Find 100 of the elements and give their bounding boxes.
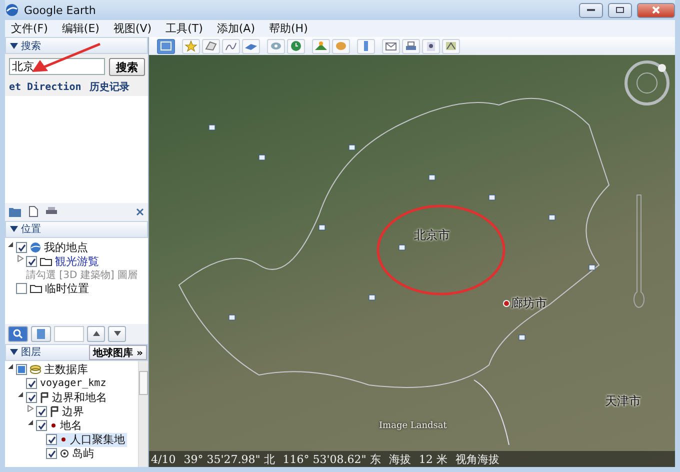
polygon-icon	[204, 40, 218, 52]
printer-icon	[404, 40, 418, 52]
expanded-triangle-icon[interactable]	[10, 42, 18, 50]
menu-item[interactable]: 工具(T)	[166, 21, 203, 36]
city-label: 北京市	[414, 227, 450, 244]
hint-text: 請勾選 [3D 建築物] 圖層	[26, 268, 138, 282]
flag-icon	[50, 406, 59, 417]
menu-item[interactable]: 文件(F)	[11, 21, 48, 36]
checkbox[interactable]	[26, 392, 37, 403]
layers-icon	[30, 364, 41, 375]
sidebar-icon	[159, 40, 173, 52]
down-arrow-icon	[114, 331, 120, 336]
move-up-button[interactable]	[87, 326, 105, 342]
printer-icon[interactable]	[46, 207, 57, 216]
compass-icon[interactable]	[623, 59, 671, 107]
panel-toggle-button[interactable]	[31, 326, 51, 342]
menu-item[interactable]: 帮助(H)	[269, 21, 308, 36]
panel-title: 搜索	[21, 40, 41, 52]
search-icon	[13, 328, 23, 338]
scrollbar[interactable]	[138, 360, 148, 467]
dot-icon	[50, 422, 57, 429]
menu-item[interactable]: 添加(A)	[216, 21, 255, 36]
checkbox[interactable]	[16, 242, 27, 253]
tree-item-label[interactable]: voyager_kmz	[40, 378, 106, 389]
maximize-icon	[616, 7, 624, 13]
panel-title: 图层	[21, 346, 41, 359]
folder-icon	[30, 284, 42, 293]
collapsed-triangle-icon[interactable]	[27, 404, 34, 412]
envelope-icon	[384, 40, 398, 52]
search-field[interactable]: 北京	[9, 58, 105, 75]
ring-icon	[60, 449, 69, 458]
input-field[interactable]	[54, 326, 84, 342]
city-label: 天津市	[605, 393, 641, 410]
document-icon[interactable]	[29, 206, 38, 217]
expanded-triangle-icon[interactable]	[7, 240, 14, 248]
close-icon	[652, 6, 660, 14]
sun-icon	[314, 40, 328, 52]
folder-icon	[40, 257, 52, 266]
move-down-button[interactable]	[108, 326, 126, 342]
tree-item-label[interactable]: 临时位置	[45, 281, 89, 296]
tab[interactable]: et Direction	[9, 82, 82, 92]
history-icon	[289, 40, 303, 52]
tree-item-label[interactable]: 地名	[60, 418, 82, 433]
tree-item-label[interactable]: 边界和地名	[52, 390, 107, 405]
search-button[interactable]: 搜索	[109, 58, 145, 76]
expanded-triangle-icon[interactable]	[10, 225, 18, 233]
expanded-triangle-icon[interactable]	[27, 418, 34, 426]
app-logo-icon	[5, 3, 19, 17]
checkbox[interactable]	[26, 256, 37, 267]
minimize-button[interactable]	[579, 2, 603, 18]
status-text: 视角海拔	[455, 452, 500, 466]
up-arrow-icon	[92, 331, 100, 336]
dot-icon	[60, 436, 67, 443]
globe-icon	[30, 242, 41, 253]
expanded-triangle-icon[interactable]	[7, 362, 14, 370]
checkbox[interactable]	[46, 448, 57, 459]
checkbox[interactable]	[16, 283, 27, 294]
tree-item-label[interactable]: 観光游覧	[55, 254, 99, 269]
minimize-icon	[587, 8, 595, 12]
window-title: Google Earth	[24, 4, 97, 16]
status-text: 116° 53'08.62" 东	[282, 452, 381, 466]
earth-gallery-button[interactable]: 地球图库 »	[89, 344, 147, 360]
imagery-credit: Image Landsat	[379, 421, 447, 431]
menu-item[interactable]: 编辑(E)	[62, 21, 100, 36]
panel-title: 位置	[21, 222, 41, 236]
tree-item-label[interactable]: 我的地点	[44, 240, 88, 255]
status-text: 12 米	[418, 452, 448, 466]
collapsed-triangle-icon[interactable]	[17, 254, 24, 262]
tour-icon	[269, 40, 283, 52]
city-label: 廊坊市	[511, 295, 547, 312]
tab[interactable]: 历史记录	[89, 80, 130, 94]
status-text: 39° 35'27.98" 北	[184, 452, 275, 466]
tree-item-label[interactable]: 人口聚集地	[70, 432, 125, 447]
flag-icon	[40, 392, 49, 403]
tree-item-label[interactable]: 岛屿	[72, 446, 94, 461]
toolbar-button[interactable]	[157, 38, 175, 54]
tree-item-label[interactable]: 边界	[62, 404, 84, 419]
checkbox[interactable]	[36, 420, 47, 431]
close-icon[interactable]	[136, 208, 144, 216]
star-icon	[184, 40, 198, 52]
status-text: 海拔	[388, 452, 411, 466]
satellite-map[interactable]: 北京市 廊坊市 天津市 Image Landsat 4/10 39° 35'27.98" 北 116° 53'08.62" 东 海拔 12 米 视角海拔	[149, 55, 675, 467]
selected-row-highlight[interactable]: 人口聚集地	[46, 432, 127, 446]
expanded-triangle-icon[interactable]	[17, 390, 24, 398]
checkbox[interactable]	[46, 434, 57, 445]
checkbox[interactable]	[16, 364, 27, 375]
checkbox[interactable]	[36, 406, 47, 417]
close-button[interactable]	[637, 2, 675, 18]
tree-item-label[interactable]: 主数据库	[44, 362, 88, 377]
planet-icon	[334, 40, 348, 52]
folder-icon[interactable]	[9, 206, 21, 216]
search-button[interactable]	[8, 326, 28, 342]
maximize-button[interactable]	[608, 2, 632, 18]
menu-item[interactable]: 视图(V)	[113, 21, 152, 36]
panel-icon	[37, 328, 45, 338]
status-text: 4/10	[151, 452, 176, 466]
city-marker-icon	[503, 300, 510, 307]
expanded-triangle-icon[interactable]	[10, 348, 18, 356]
path-icon	[224, 40, 238, 52]
checkbox[interactable]	[26, 378, 37, 389]
